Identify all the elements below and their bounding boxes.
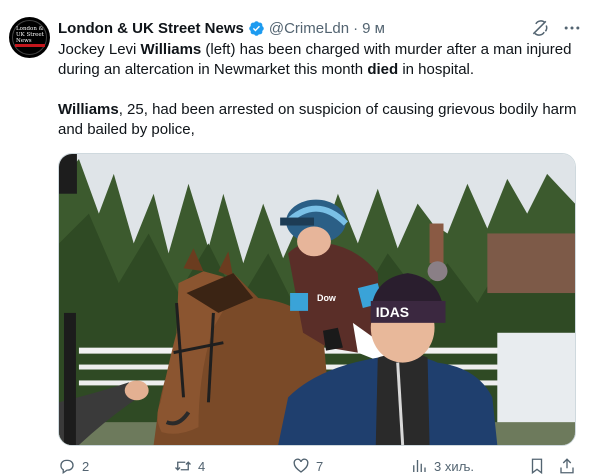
views-icon <box>413 460 426 472</box>
timestamp[interactable]: 9 м <box>362 20 385 37</box>
avatar[interactable]: London & UK Street News <box>9 17 50 58</box>
reply-button[interactable]: 2 <box>58 457 89 475</box>
views-button[interactable]: 3 хиљ. <box>410 457 474 475</box>
verified-badge-icon[interactable] <box>248 20 265 37</box>
reply-icon <box>60 459 74 475</box>
tweet[interactable]: London & UK Street News London & UK Stre… <box>0 0 592 475</box>
jockey-silk-text: Dow <box>317 293 336 303</box>
tweet-media-photo[interactable]: Dow IDAS <box>58 153 576 446</box>
tweet-paragraph-1: Jockey Levi Williams (left) has been cha… <box>58 41 572 78</box>
separator-dot: · <box>353 19 359 37</box>
like-button[interactable]: 7 <box>292 457 323 475</box>
tweet-text: Jockey Levi Williams (left) has been cha… <box>58 40 578 140</box>
display-name[interactable]: London & UK Street News <box>58 20 244 37</box>
bookmark-icon <box>531 458 543 475</box>
grok-icon[interactable] <box>530 18 550 38</box>
handle[interactable]: @CrimeLdn <box>269 20 349 37</box>
retweet-icon <box>175 461 191 471</box>
reply-count: 2 <box>82 458 90 474</box>
action-bar: 2 4 7 3 хиљ. <box>58 455 588 475</box>
avatar-logo-text: London & UK Street News <box>16 26 44 44</box>
hat-brand-text: IDAS <box>376 304 409 320</box>
views-count: 3 хиљ. <box>434 458 474 474</box>
retweet-button[interactable]: 4 <box>174 457 205 475</box>
avatar-logo-bar <box>15 44 45 47</box>
retweet-count: 4 <box>198 458 206 474</box>
tweet-paragraph-2: Williams, 25, had been arrested on suspi… <box>58 101 577 138</box>
like-count: 7 <box>316 458 324 474</box>
bookmark-button[interactable] <box>528 457 546 475</box>
tweet-header: London & UK Street News @CrimeLdn · 9 м <box>58 18 385 38</box>
like-icon <box>293 458 309 473</box>
share-button[interactable] <box>558 457 576 475</box>
share-icon <box>560 458 574 474</box>
more-icon[interactable] <box>562 18 582 38</box>
